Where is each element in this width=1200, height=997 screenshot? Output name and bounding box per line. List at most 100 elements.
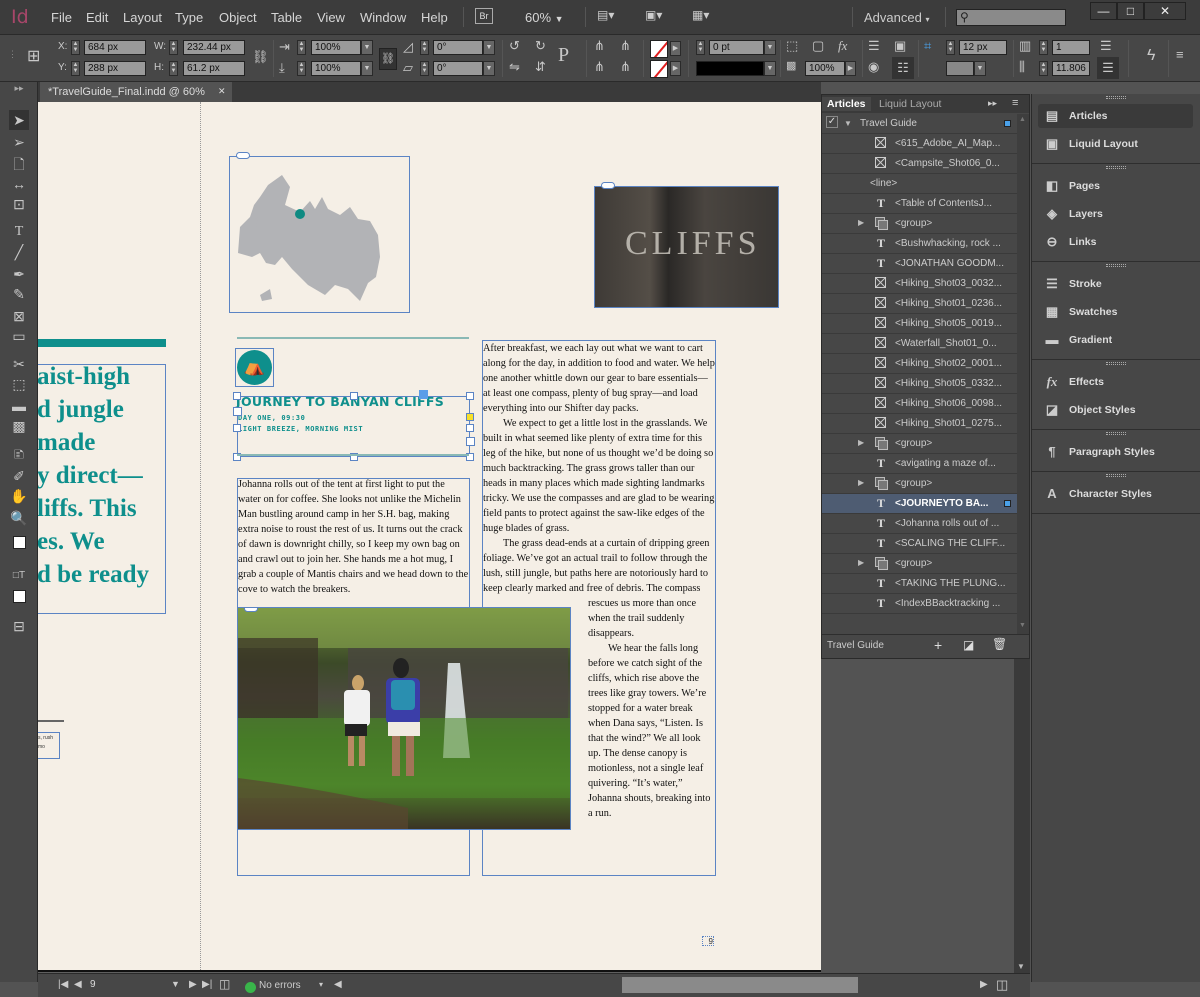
columns-stepper[interactable]: ▲ ▼ bbox=[1039, 40, 1048, 55]
align-left-icon[interactable]: ☰ bbox=[1097, 57, 1119, 79]
article-item[interactable]: <Hiking_Shot02_0001... bbox=[822, 354, 1017, 374]
panel-group-grip[interactable] bbox=[1106, 432, 1126, 435]
dock-item-paragraph-styles[interactable]: ¶ Paragraph Styles bbox=[1038, 440, 1193, 464]
wrap-object-shape-icon[interactable]: ◉ bbox=[868, 59, 879, 75]
scroll-left-arrow-icon[interactable]: ◀ bbox=[334, 979, 342, 990]
formatting-container-text-icon[interactable]: □T bbox=[9, 566, 29, 586]
live-corner-handle[interactable] bbox=[466, 413, 474, 421]
pull-quote-frame[interactable]: aist-high d jungle made y direct— liffs.… bbox=[38, 363, 166, 614]
dock-item-gradient[interactable]: ▬ Gradient bbox=[1038, 328, 1193, 352]
maximize-button[interactable]: □ bbox=[1117, 2, 1144, 20]
article-item[interactable]: <Campsite_Shot06_0... bbox=[822, 154, 1017, 174]
dock-item-character-styles[interactable]: A Character Styles bbox=[1038, 482, 1193, 506]
link-badge-icon[interactable] bbox=[244, 608, 258, 612]
previous-page-icon[interactable]: ◀ bbox=[74, 979, 82, 990]
panel-menu-icon[interactable]: ≡ bbox=[1012, 97, 1018, 109]
minimize-button[interactable]: — bbox=[1090, 2, 1117, 20]
expand-article-icon[interactable]: ▼ bbox=[844, 119, 852, 128]
shear-stepper[interactable]: ▲ ▼ bbox=[420, 61, 429, 76]
rectangle-tool-icon[interactable]: ▭ bbox=[9, 326, 29, 346]
menu-help[interactable]: Help bbox=[421, 10, 448, 25]
dock-item-stroke[interactable]: ☰ Stroke bbox=[1038, 272, 1193, 296]
stroke-dropdown[interactable]: ▶ bbox=[670, 61, 681, 76]
stroke-type-dropdown[interactable]: ▼ bbox=[764, 61, 776, 76]
dock-item-swatches[interactable]: ▦ Swatches bbox=[1038, 300, 1193, 324]
scale-y-field[interactable]: 100% bbox=[311, 61, 361, 76]
tab-articles[interactable]: Articles bbox=[822, 97, 871, 111]
drop-shadow-icon[interactable]: ▢ bbox=[812, 38, 824, 54]
article-item[interactable]: T <avigating a maze of... bbox=[822, 454, 1017, 474]
reference-point-icon[interactable]: ⊞ bbox=[27, 46, 40, 66]
gutter-field[interactable]: 11.806 bbox=[1052, 61, 1090, 76]
select-content-icon[interactable]: ⋔ bbox=[594, 59, 605, 75]
dock-item-links[interactable]: ⊖ Links bbox=[1038, 230, 1193, 254]
resize-handle[interactable] bbox=[466, 392, 474, 400]
x-stepper[interactable]: ▲ ▼ bbox=[71, 40, 80, 55]
screen-mode-tool-icon[interactable]: ⊟ bbox=[9, 616, 29, 636]
preflight-status-text[interactable]: No errors bbox=[259, 980, 301, 991]
rectangle-frame-tool-icon[interactable]: ⊠ bbox=[9, 306, 29, 326]
collapse-tools-icon[interactable]: ▸▸ bbox=[9, 82, 29, 94]
caption-frame[interactable]: s, rush mo bbox=[38, 732, 60, 759]
scale-y-stepper[interactable]: ▲ ▼ bbox=[297, 61, 306, 76]
expand-group-icon[interactable]: ▶ bbox=[858, 558, 864, 567]
page-tool-icon[interactable]: 🗋 bbox=[9, 154, 29, 174]
fill-swatch[interactable] bbox=[650, 40, 668, 58]
menu-window[interactable]: Window bbox=[360, 10, 406, 25]
dock-item-pages[interactable]: ◧ Pages bbox=[1038, 174, 1193, 198]
dock-item-object-styles[interactable]: ◪ Object Styles bbox=[1038, 398, 1193, 422]
article-item[interactable]: T <JONATHAN GOODM... bbox=[822, 254, 1017, 274]
flip-vertical-icon[interactable]: ⇵ bbox=[535, 59, 546, 75]
article-item[interactable]: ▶ <group> bbox=[822, 474, 1017, 494]
align-top-icon[interactable]: ☰ bbox=[1100, 38, 1112, 54]
add-content-icon[interactable]: + bbox=[934, 637, 942, 653]
scroll-down-arrow-icon[interactable]: ▼ bbox=[1019, 622, 1026, 629]
stroke-weight-dropdown[interactable]: ▼ bbox=[764, 40, 776, 55]
y-stepper[interactable]: ▲ ▼ bbox=[71, 61, 80, 76]
out-port-handle[interactable] bbox=[466, 437, 475, 446]
resize-handle[interactable] bbox=[466, 424, 474, 432]
opacity-dropdown[interactable]: ▶ bbox=[845, 61, 856, 76]
panel-group-grip[interactable] bbox=[1106, 362, 1126, 365]
corner-shape-dropdown[interactable]: ▼ bbox=[974, 61, 986, 76]
article-item[interactable]: T <Table of ContentsJ... bbox=[822, 194, 1017, 214]
paragraph-direction-icon[interactable]: P bbox=[558, 44, 569, 67]
scroll-up-arrow-icon[interactable]: ▲ bbox=[1019, 116, 1026, 123]
w-field[interactable]: 232.44 px bbox=[183, 40, 245, 55]
rotate-ccw-icon[interactable]: ↺ bbox=[509, 38, 520, 54]
content-collector-icon[interactable]: ⊡ bbox=[9, 194, 29, 214]
h-field[interactable]: 61.2 px bbox=[183, 61, 245, 76]
map-image-frame[interactable] bbox=[229, 152, 410, 313]
effects-fx-icon[interactable]: fx bbox=[838, 38, 847, 54]
link-badge-icon[interactable] bbox=[236, 152, 250, 159]
dock-item-effects[interactable]: fx Effects bbox=[1038, 370, 1193, 394]
zoom-level-dropdown[interactable]: 60% ▼ bbox=[525, 10, 564, 25]
article-include-checkbox[interactable]: ✓ bbox=[826, 116, 838, 128]
article-item[interactable]: <Hiking_Shot06_0098... bbox=[822, 394, 1017, 414]
stroke-type-field[interactable] bbox=[696, 61, 764, 76]
type-tool-icon[interactable]: T bbox=[9, 222, 29, 242]
screen-mode-icon[interactable]: ▣▾ bbox=[645, 8, 662, 22]
scissors-tool-icon[interactable]: ✂ bbox=[9, 354, 29, 374]
last-page-icon[interactable]: ▶| bbox=[202, 979, 212, 990]
inset-field[interactable]: 12 px bbox=[959, 40, 1007, 55]
free-transform-tool-icon[interactable]: ⬚ bbox=[9, 374, 29, 394]
article-item[interactable]: ▶ <group> bbox=[822, 434, 1017, 454]
in-port-handle[interactable] bbox=[419, 390, 428, 399]
rotate-stepper[interactable]: ▲ ▼ bbox=[420, 40, 429, 55]
heading-text-frame-selected[interactable]: JOURNEY TO BANYAN CLIFFS DAY ONE, 09:30 … bbox=[233, 390, 475, 461]
search-input[interactable]: ⚲ bbox=[956, 9, 1066, 26]
scale-y-dropdown[interactable]: ▼ bbox=[361, 61, 373, 76]
expand-group-icon[interactable]: ▶ bbox=[858, 218, 864, 227]
resize-handle[interactable] bbox=[233, 392, 241, 400]
constrain-proportions-icon[interactable]: ⛓ bbox=[252, 49, 269, 65]
shear-field[interactable]: 0° bbox=[433, 61, 483, 76]
direct-selection-tool-icon[interactable]: ➢ bbox=[9, 132, 29, 152]
article-item[interactable]: ▶ <group> bbox=[822, 214, 1017, 234]
menu-type[interactable]: Type bbox=[175, 10, 203, 25]
stroke-weight-field[interactable]: 0 pt bbox=[709, 40, 764, 55]
article-item[interactable]: T <IndexBBacktracking ... bbox=[822, 594, 1017, 614]
x-field[interactable]: 684 px bbox=[84, 40, 146, 55]
panel-group-grip[interactable] bbox=[1106, 166, 1126, 169]
dock-item-liquid-layout[interactable]: ▣ Liquid Layout bbox=[1038, 132, 1193, 156]
